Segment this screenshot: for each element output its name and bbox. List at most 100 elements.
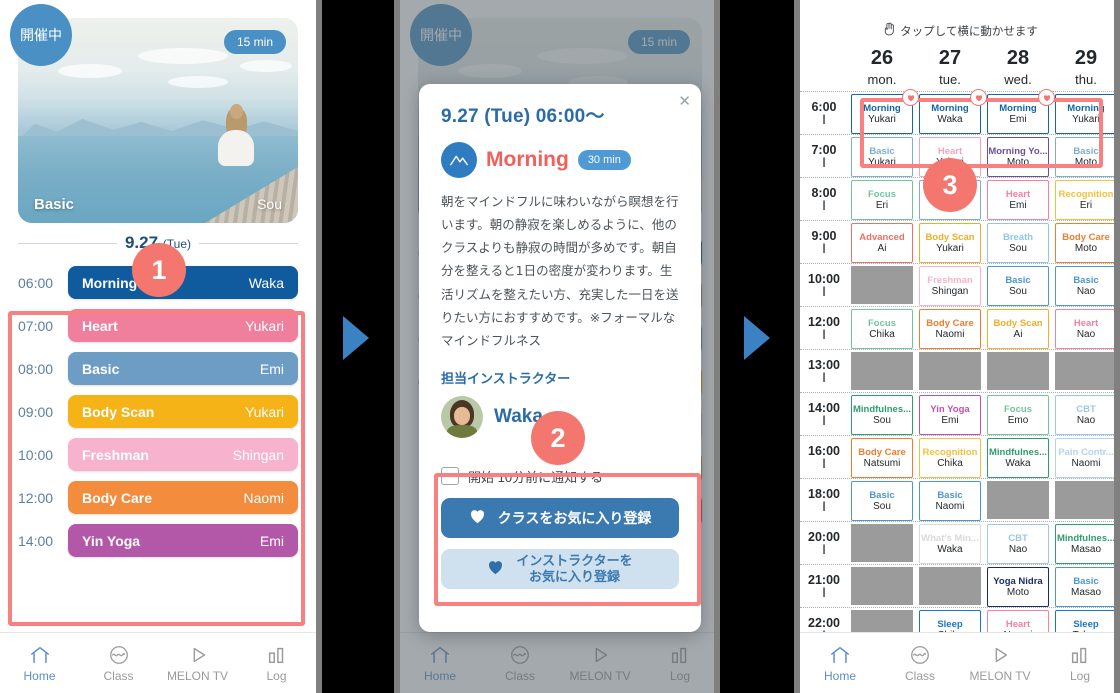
schedule-item[interactable]: Yin Yoga Emi <box>68 524 298 557</box>
schedule-row[interactable]: 08:00 Basic Emi <box>18 347 298 390</box>
schedule-grid-cell[interactable]: Basic Moto <box>1052 135 1120 177</box>
schedule-grid-item[interactable]: Basic Nao <box>1055 266 1117 306</box>
schedule-grid-cell[interactable]: Freshman Shingan <box>916 264 984 306</box>
schedule-grid-item[interactable]: Basic Sou <box>851 481 913 521</box>
schedule-grid-item[interactable]: Recognition Chika <box>919 438 981 478</box>
schedule-grid-cell[interactable]: Body Care Naomi <box>916 307 984 349</box>
schedule-grid-item[interactable]: Focus Chika <box>851 309 913 349</box>
schedule-grid-cell[interactable]: Focus Eri <box>848 178 916 220</box>
schedule-grid-cell[interactable]: Morning Yukari <box>848 89 919 134</box>
schedule-grid-cell[interactable]: Morning Waka <box>916 89 987 134</box>
schedule-grid-item[interactable]: Yoga Nidra Moto <box>987 567 1049 607</box>
schedule-grid-item[interactable]: Focus Eri <box>851 180 913 220</box>
schedule-grid-item[interactable]: Pain Contr... Naomi <box>1055 438 1117 478</box>
schedule-grid-item[interactable]: What's Min... Waka <box>919 524 981 564</box>
schedule-grid-item[interactable]: Basic Yukari <box>851 137 913 177</box>
favorite-instructor-button[interactable]: インストラクターを お気に入り登録 <box>441 548 679 589</box>
favorite-heart-icon[interactable] <box>902 89 919 106</box>
schedule-item[interactable]: Basic Emi <box>68 352 298 385</box>
featured-class-card[interactable]: Basic Sou 開催中 15 min <box>10 4 298 223</box>
schedule-grid-cell <box>984 479 1052 521</box>
schedule-grid-cell[interactable]: Basic Sou <box>848 479 916 521</box>
schedule-grid-cell[interactable]: Pain Contr... Naomi <box>1052 436 1120 478</box>
schedule-grid-item[interactable]: Morning Yukari <box>1055 94 1117 134</box>
schedule-grid-item[interactable]: Breath Sou <box>987 223 1049 263</box>
schedule-grid-item[interactable]: Body Scan Yukari <box>919 223 981 263</box>
schedule-grid-cell[interactable]: Basic Yukari <box>848 135 916 177</box>
schedule-item[interactable]: Body Care Naomi <box>68 481 298 514</box>
favorite-class-button[interactable]: クラスをお気に入り登録 <box>441 497 679 538</box>
schedule-grid-cell[interactable]: Focus Emo <box>984 393 1052 435</box>
schedule-grid-item[interactable]: CBT Nao <box>1055 395 1117 435</box>
schedule-grid-item[interactable]: Advanced Ai <box>851 223 913 263</box>
schedule-grid-item[interactable]: Body Care Moto <box>1055 223 1117 263</box>
schedule-grid-item[interactable]: Focus Emo <box>987 395 1049 435</box>
schedule-grid-item[interactable]: Basic Moto <box>1055 137 1117 177</box>
schedule-grid-cell[interactable]: Body Care Moto <box>1052 221 1120 263</box>
nav-item-log[interactable]: Log <box>1040 633 1120 693</box>
schedule-grid-cell[interactable]: CBT Nao <box>1052 393 1120 435</box>
schedule-row[interactable]: 14:00 Yin Yoga Emi <box>18 519 298 562</box>
schedule-grid-cell[interactable]: Focus Chika <box>848 307 916 349</box>
schedule-grid-cell[interactable]: Body Care Natsumi <box>848 436 916 478</box>
schedule-row[interactable]: 12:00 Body Care Naomi <box>18 476 298 519</box>
schedule-grid-cell[interactable]: CBT Nao <box>984 522 1052 564</box>
schedule-grid-cell[interactable]: Morning Yo... Moto <box>984 135 1052 177</box>
schedule-grid-cell[interactable]: Morning Emi <box>984 89 1055 134</box>
nav-item-class[interactable]: Class <box>79 633 158 693</box>
schedule-grid-cell[interactable]: Recognition Eri <box>1052 178 1120 220</box>
schedule-grid-item[interactable]: Mindfulnes... Masao <box>1055 524 1117 564</box>
schedule-grid-cell[interactable]: Recognition Chika <box>916 436 984 478</box>
schedule-grid-item[interactable]: Body Scan Ai <box>987 309 1049 349</box>
schedule-grid-cell[interactable]: What's Min... Waka <box>916 522 984 564</box>
schedule-grid-item[interactable]: Recognition Eri <box>1055 180 1117 220</box>
schedule-item[interactable]: Heart Yukari <box>68 309 298 342</box>
schedule-grid-item[interactable]: Heart Nao <box>1055 309 1117 349</box>
schedule-grid-cell[interactable]: Mindfulnes... Masao <box>1052 522 1120 564</box>
schedule-grid-cell[interactable]: Breath Sou <box>984 221 1052 263</box>
schedule-grid-cell[interactable]: Basic Nao <box>1052 264 1120 306</box>
close-icon[interactable]: ✕ <box>678 92 691 110</box>
schedule-grid-item[interactable]: Basic Naomi <box>919 481 981 521</box>
nav-item-class[interactable]: Class <box>880 633 960 693</box>
schedule-grid-item[interactable]: Mindfulnes... Waka <box>987 438 1049 478</box>
schedule-grid-item[interactable]: Basic Masao <box>1055 567 1117 607</box>
schedule-row[interactable]: 09:00 Body Scan Yukari <box>18 390 298 433</box>
schedule-row[interactable]: 07:00 Heart Yukari <box>18 304 298 347</box>
favorite-heart-icon[interactable] <box>970 89 987 106</box>
schedule-grid-cell[interactable]: Yoga Nidra Moto <box>984 565 1052 607</box>
schedule-grid-cell[interactable]: Heart Nao <box>1052 307 1120 349</box>
schedule-row[interactable]: 10:00 Freshman Shingan <box>18 433 298 476</box>
schedule-grid-cell[interactable]: Morning Yukari <box>1052 92 1120 134</box>
nav-item-log[interactable]: Log <box>237 633 316 693</box>
schedule-item[interactable]: Body Scan Yukari <box>68 395 298 428</box>
schedule-grid-cell[interactable]: Basic Masao <box>1052 565 1120 607</box>
schedule-grid-item[interactable]: Morning Yo... Moto <box>987 137 1049 177</box>
schedule-grid-cell[interactable]: Body Scan Yukari <box>916 221 984 263</box>
schedule-grid-item[interactable]: CBT Nao <box>987 524 1049 564</box>
schedule-grid-item[interactable]: Freshman Shingan <box>919 266 981 306</box>
schedule-grid-cell[interactable]: Basic Sou <box>984 264 1052 306</box>
schedule-grid-cell[interactable]: Body Scan Ai <box>984 307 1052 349</box>
schedule-grid-cell[interactable]: Basic Naomi <box>916 479 984 521</box>
schedule-grid-item[interactable]: Body Care Naomi <box>919 309 981 349</box>
schedule-grid-item[interactable]: Yin Yoga Emi <box>919 395 981 435</box>
checkbox[interactable] <box>441 467 459 486</box>
schedule-grid-cell[interactable]: Yin Yoga Emi <box>916 393 984 435</box>
schedule-grid-cell[interactable]: Mindfulnes... Sou <box>848 393 916 435</box>
schedule-grid-item[interactable]: Heart Emi <box>987 180 1049 220</box>
schedule-grid-cell[interactable]: Advanced Ai <box>848 221 916 263</box>
notify-checkbox-row[interactable]: 開始 10分前に通知する <box>441 467 701 486</box>
nav-item-melon-tv[interactable]: MELON TV <box>158 633 237 693</box>
schedule-item[interactable]: Freshman Shingan <box>68 438 298 471</box>
schedule-grid-item[interactable]: Mindfulnes... Sou <box>851 395 913 435</box>
nav-item-melon-tv[interactable]: MELON TV <box>960 633 1040 693</box>
schedule-grid-cell[interactable]: Heart Emi <box>984 178 1052 220</box>
nav-item-home[interactable]: Home <box>0 633 79 693</box>
schedule-grid-item[interactable]: Basic Sou <box>987 266 1049 306</box>
schedule-grid-cell[interactable]: Mindfulnes... Waka <box>984 436 1052 478</box>
schedule-grid-item[interactable]: Body Care Natsumi <box>851 438 913 478</box>
favorite-heart-icon[interactable] <box>1038 89 1055 106</box>
grid-class-name: Basic <box>869 490 895 501</box>
nav-item-home[interactable]: Home <box>800 633 880 693</box>
